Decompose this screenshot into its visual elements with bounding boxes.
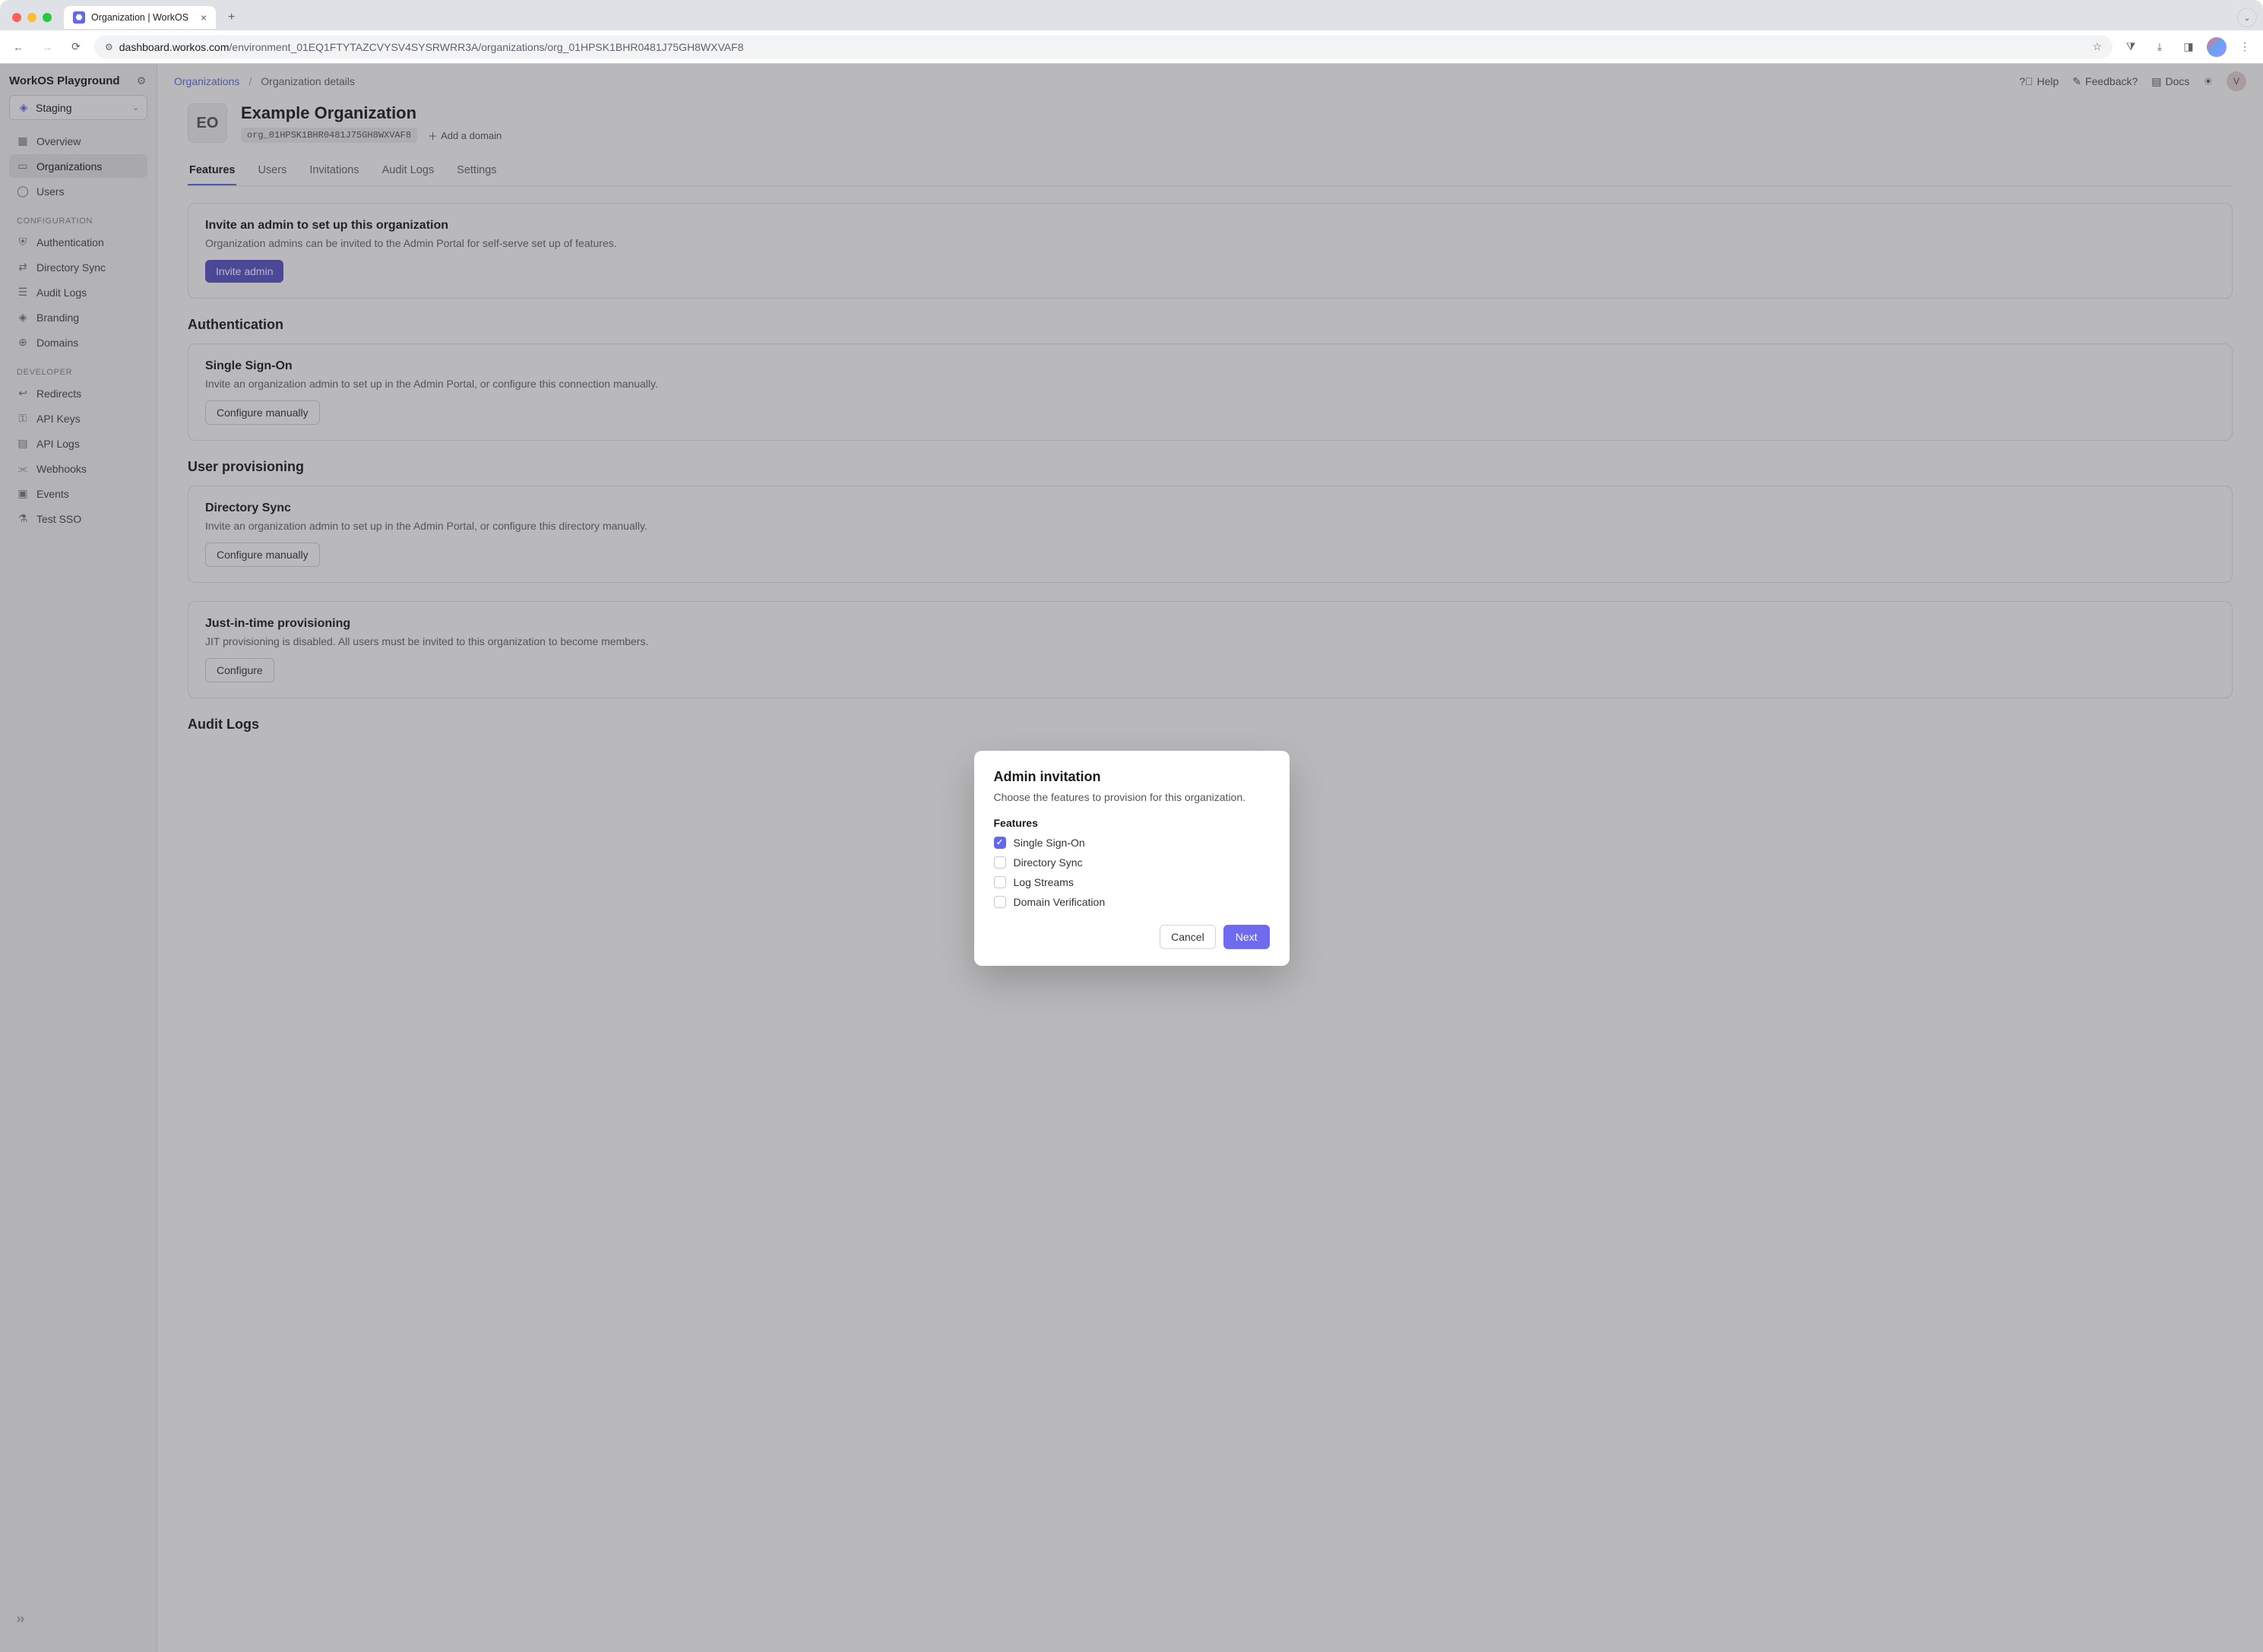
checkbox-logstreams[interactable]: [994, 876, 1006, 888]
admin-invitation-modal: Admin invitation Choose the features to …: [974, 751, 1290, 966]
downloads-icon[interactable]: ⤓: [2149, 36, 2170, 58]
cancel-button[interactable]: Cancel: [1160, 925, 1216, 949]
new-tab-button[interactable]: +: [222, 8, 241, 27]
maximize-window-icon[interactable]: [43, 13, 52, 22]
feature-row-sso[interactable]: Single Sign-On: [994, 837, 1270, 849]
extensions-icon[interactable]: ⧩: [2120, 36, 2141, 58]
sidepanel-icon[interactable]: ◨: [2178, 36, 2199, 58]
browser-tab[interactable]: ⬣ Organization | WorkOS ×: [64, 6, 216, 29]
tab-title: Organization | WorkOS: [91, 12, 188, 23]
modal-desc: Choose the features to provision for thi…: [994, 791, 1270, 803]
checkbox-domain-verification[interactable]: [994, 896, 1006, 908]
forward-button[interactable]: →: [36, 36, 58, 58]
modal-title: Admin invitation: [994, 769, 1270, 785]
window-controls: [6, 13, 58, 22]
profile-avatar-icon[interactable]: [2207, 37, 2227, 57]
bookmark-star-icon[interactable]: ☆: [2092, 40, 2102, 53]
address-bar[interactable]: ⚙ dashboard.workos.com/environment_01EQ1…: [94, 35, 2113, 59]
menu-kebab-icon[interactable]: ⋮: [2234, 36, 2255, 58]
browser-chrome: ⬣ Organization | WorkOS × + ⌄ ← → ⟳ ⚙ da…: [0, 0, 2263, 64]
site-settings-icon[interactable]: ⚙: [105, 42, 113, 52]
back-button[interactable]: ←: [8, 36, 29, 58]
checkbox-sso[interactable]: [994, 837, 1006, 849]
modal-features-label: Features: [994, 817, 1270, 829]
favicon-icon: ⬣: [73, 11, 85, 24]
next-button[interactable]: Next: [1223, 925, 1270, 949]
checkbox-dirsync[interactable]: [994, 856, 1006, 869]
minimize-window-icon[interactable]: [27, 13, 36, 22]
modal-overlay[interactable]: Admin invitation Choose the features to …: [0, 64, 2263, 1652]
tabs-overflow-button[interactable]: ⌄: [2237, 8, 2257, 27]
feature-row-dirsync[interactable]: Directory Sync: [994, 856, 1270, 869]
feature-row-logstreams[interactable]: Log Streams: [994, 876, 1270, 888]
close-window-icon[interactable]: [12, 13, 21, 22]
feature-row-domain-verification[interactable]: Domain Verification: [994, 896, 1270, 908]
close-tab-icon[interactable]: ×: [201, 11, 207, 24]
reload-button[interactable]: ⟳: [65, 36, 87, 58]
